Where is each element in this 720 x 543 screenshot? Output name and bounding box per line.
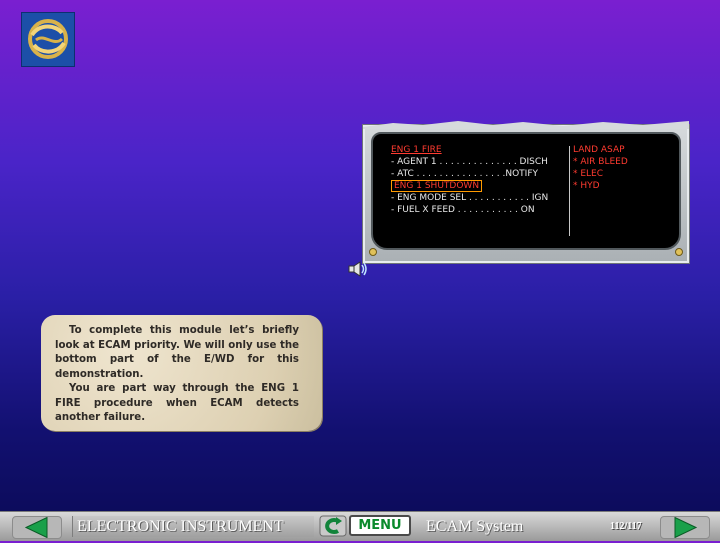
section-title: ECAM System <box>426 518 524 535</box>
c-return-icon <box>319 515 347 537</box>
warning-procedure-area: ENG 1 FIRE - AGENT 1 . . . . . . . . . .… <box>391 144 571 216</box>
instruction-note: To complete this module let’s briefly lo… <box>41 315 322 431</box>
right-arrow-icon <box>674 516 698 539</box>
page-counter: 112/117 <box>610 521 642 532</box>
note-paragraph: To complete this module let’s briefly lo… <box>55 325 299 380</box>
procedure-line: - ENG MODE SEL . . . . . . . . . . . IGN <box>391 193 549 203</box>
company-logo <box>21 12 75 67</box>
memo-line: LAND ASAP <box>573 145 625 155</box>
procedure-line: - FUEL X FEED . . . . . . . . . . . ON <box>391 205 535 215</box>
boxed-warning: ENG 1 SHUTDOWN <box>391 180 483 192</box>
procedure-line: - ATC . . . . . . . . . . . . . . . .NOT… <box>391 169 539 179</box>
memo-line: * AIR BLEED <box>573 157 628 167</box>
contents-button[interactable] <box>319 515 347 537</box>
menu-button[interactable]: MENU <box>349 515 411 536</box>
left-arrow-icon <box>24 516 48 539</box>
screw-icon <box>675 248 683 256</box>
memo-line: * HYD <box>573 181 600 191</box>
note-paragraph: You are part way through the ENG 1 FIRE … <box>55 383 299 424</box>
ecam-screen: ENG 1 FIRE - AGENT 1 . . . . . . . . . .… <box>371 132 681 250</box>
back-button[interactable] <box>12 516 62 539</box>
ecam-display-frame: ENG 1 FIRE - AGENT 1 . . . . . . . . . .… <box>362 121 690 264</box>
procedure-line: - AGENT 1 . . . . . . . . . . . . . . DI… <box>391 157 548 167</box>
speaker-icon[interactable] <box>347 259 369 279</box>
forward-button[interactable] <box>660 516 710 539</box>
warning-title: ENG 1 SHUTDOWN <box>391 180 571 192</box>
module-title: ELECTRONIC INSTRUMENT <box>72 516 314 537</box>
bottom-nav-bar: ELECTRONIC INSTRUMENT MENU ECAM System 1… <box>0 511 720 541</box>
screw-icon <box>369 248 377 256</box>
torn-edge <box>363 121 689 129</box>
status-memo-area: LAND ASAP * AIR BLEED * ELEC * HYD <box>573 144 673 192</box>
memo-line: * ELEC <box>573 169 604 179</box>
warning-title: ENG 1 FIRE <box>391 145 442 155</box>
